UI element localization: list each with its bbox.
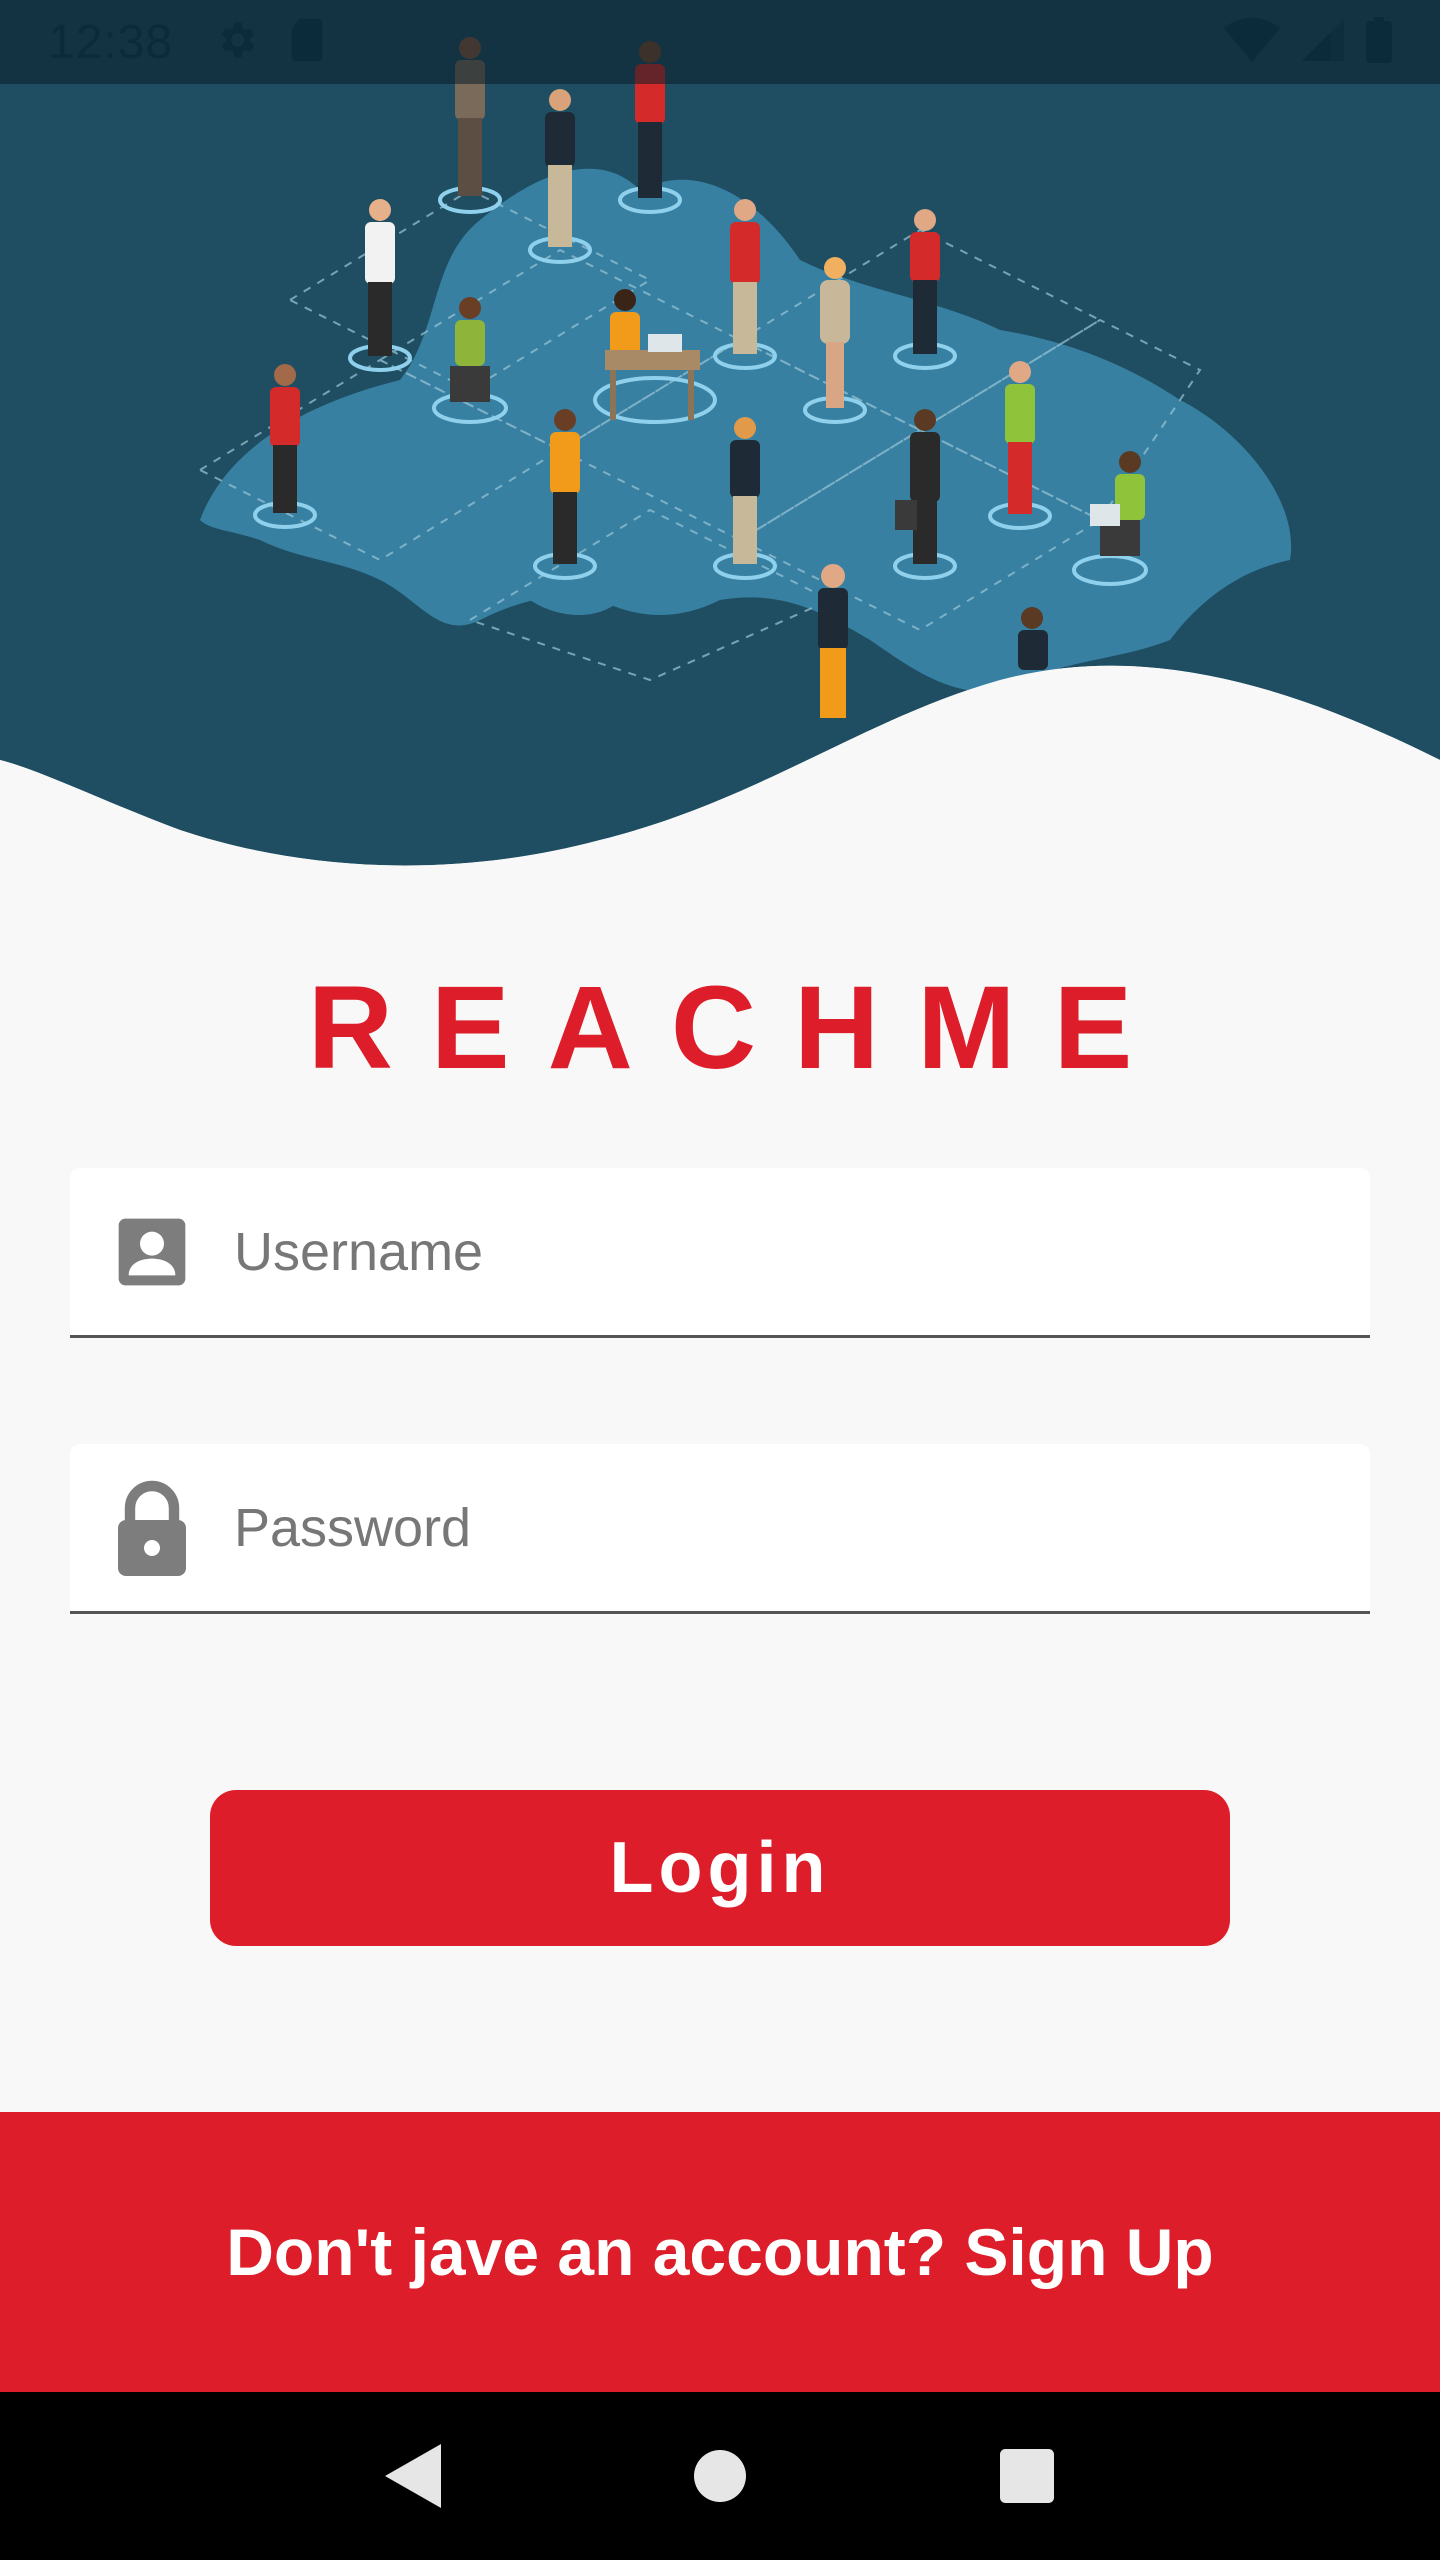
- login-screen: 12:38 REACHME Username Login Don't jave …: [0, 0, 1440, 2560]
- world-people-illustration: [0, 0, 1440, 870]
- password-input[interactable]: [234, 1477, 1370, 1578]
- back-icon[interactable]: [368, 2431, 458, 2521]
- battery-icon: [1366, 16, 1392, 68]
- sd-card-icon: [287, 17, 327, 68]
- hero-illustration: [0, 0, 1440, 870]
- system-nav-bar: [0, 2392, 1440, 2560]
- username-input[interactable]: [234, 1201, 1370, 1302]
- cell-signal-icon: [1302, 18, 1344, 66]
- settings-icon: [213, 17, 259, 68]
- status-time: 12:38: [48, 15, 174, 69]
- lock-icon: [112, 1480, 192, 1576]
- wifi-icon: [1224, 17, 1280, 67]
- username-field[interactable]: [70, 1168, 1370, 1338]
- status-bar: 12:38: [0, 0, 1440, 84]
- signup-link[interactable]: Don't jave an account? Sign Up: [226, 2214, 1213, 2290]
- login-button[interactable]: Login: [210, 1790, 1230, 1946]
- password-field[interactable]: [70, 1444, 1370, 1614]
- signup-banner[interactable]: Don't jave an account? Sign Up: [0, 2112, 1440, 2392]
- account-box-icon: [112, 1210, 192, 1294]
- app-brand-title: REACHME: [307, 962, 1171, 1094]
- recents-icon[interactable]: [982, 2431, 1072, 2521]
- home-icon[interactable]: [675, 2431, 765, 2521]
